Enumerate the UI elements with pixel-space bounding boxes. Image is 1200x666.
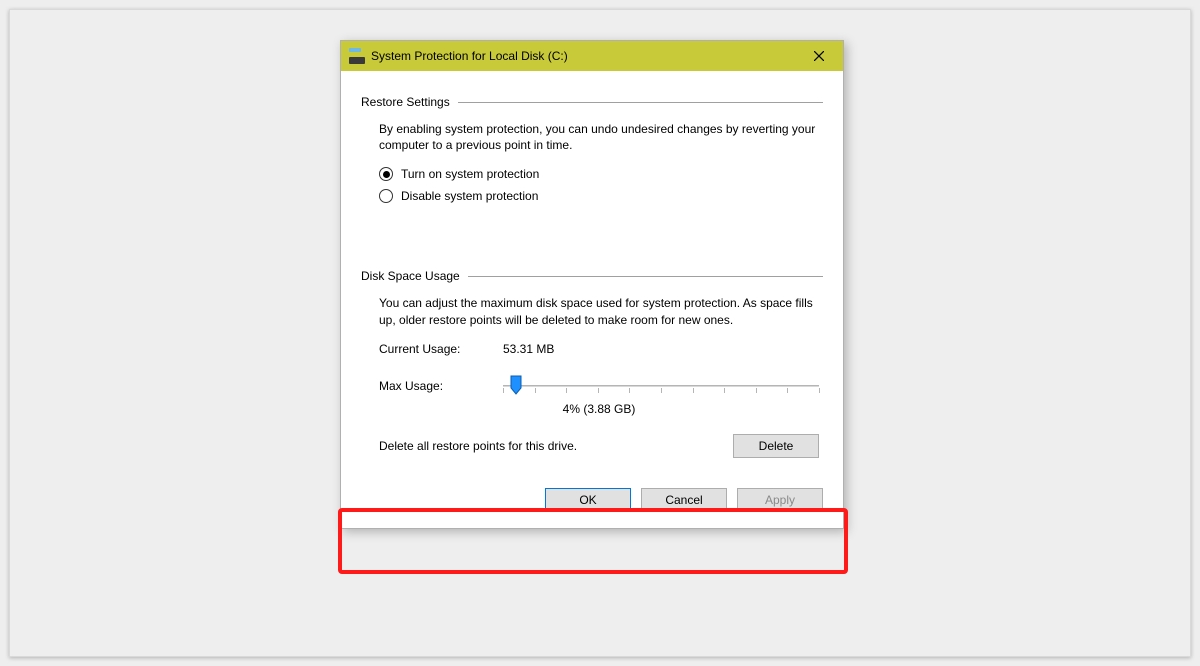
radio-icon xyxy=(379,189,393,203)
current-usage-label: Current Usage: xyxy=(379,342,503,356)
restore-settings-label: Restore Settings xyxy=(361,95,450,109)
radio-turn-on[interactable]: Turn on system protection xyxy=(379,167,819,181)
current-usage-value: 53.31 MB xyxy=(503,342,554,356)
ok-button[interactable]: OK xyxy=(545,488,631,512)
titlebar[interactable]: System Protection for Local Disk (C:) xyxy=(341,41,843,71)
divider xyxy=(468,276,823,277)
restore-settings-heading: Restore Settings xyxy=(361,95,823,109)
radio-icon xyxy=(379,167,393,181)
current-usage-row: Current Usage: 53.31 MB xyxy=(379,342,819,356)
divider xyxy=(458,102,823,103)
max-usage-label: Max Usage: xyxy=(379,379,503,393)
slider-track xyxy=(503,385,819,387)
disk-space-label: Disk Space Usage xyxy=(361,269,460,283)
apply-button[interactable]: Apply xyxy=(737,488,823,512)
window-title: System Protection for Local Disk (C:) xyxy=(371,49,797,63)
max-usage-row: Max Usage: xyxy=(379,376,819,396)
disk-description: You can adjust the maximum disk space us… xyxy=(379,295,819,327)
close-button[interactable] xyxy=(797,42,841,70)
radio-label-turn-on: Turn on system protection xyxy=(401,167,539,181)
restore-description: By enabling system protection, you can u… xyxy=(379,121,819,153)
system-protection-dialog: System Protection for Local Disk (C:) Re… xyxy=(340,40,844,529)
disk-space-heading: Disk Space Usage xyxy=(361,269,823,283)
radio-label-disable: Disable system protection xyxy=(401,189,538,203)
delete-button[interactable]: Delete xyxy=(733,434,819,458)
close-icon xyxy=(814,51,824,61)
delete-row: Delete all restore points for this drive… xyxy=(379,434,819,458)
radio-disable[interactable]: Disable system protection xyxy=(379,189,819,203)
drive-icon xyxy=(349,48,365,64)
dialog-footer: OK Cancel Apply xyxy=(361,488,823,512)
max-usage-readout: 4% (3.88 GB) xyxy=(379,402,819,416)
page-card: System Protection for Local Disk (C:) Re… xyxy=(9,9,1191,657)
slider-thumb[interactable] xyxy=(510,375,522,395)
delete-description: Delete all restore points for this drive… xyxy=(379,439,577,453)
slider-ticks xyxy=(503,388,819,393)
max-usage-slider[interactable] xyxy=(503,376,819,396)
dialog-content: Restore Settings By enabling system prot… xyxy=(341,71,843,528)
cancel-button[interactable]: Cancel xyxy=(641,488,727,512)
